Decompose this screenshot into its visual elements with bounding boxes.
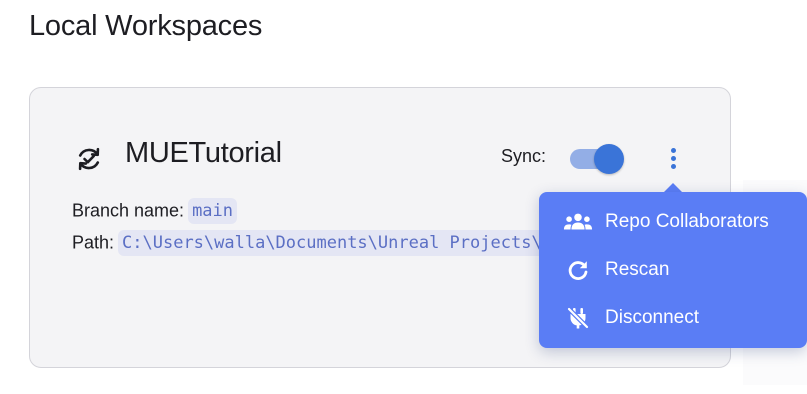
- branch-row: Branch name: main: [72, 198, 238, 224]
- kebab-dot: [671, 156, 676, 161]
- menu-item-label: Disconnect: [605, 307, 699, 328]
- branch-value: main: [188, 198, 238, 224]
- kebab-dot: [671, 164, 676, 169]
- workspace-name: MUETutorial: [125, 137, 282, 169]
- menu-item-label: Repo Collaborators: [605, 211, 769, 232]
- sync-toggle[interactable]: [568, 144, 626, 174]
- path-value: C:\Users\walla\Documents\Unreal Projects…: [118, 230, 542, 256]
- more-options-button[interactable]: [664, 146, 684, 172]
- path-row: Path: C:\Users\walla\Documents\Unreal Pro…: [72, 230, 542, 256]
- path-label: Path:: [72, 232, 115, 253]
- menu-item-rescan[interactable]: Rescan: [539, 246, 807, 294]
- toggle-knob: [594, 144, 624, 174]
- sync-label: Sync:: [501, 146, 547, 166]
- plug-off-icon: [563, 306, 593, 330]
- sync-check-icon: [78, 147, 100, 171]
- page: Local Workspaces MUETutorial Sync: Branc…: [0, 0, 807, 394]
- workspace-options-menu: Repo Collaborators Rescan Disconnect: [539, 192, 807, 348]
- menu-item-repo-collaborators[interactable]: Repo Collaborators: [539, 198, 807, 246]
- page-title: Local Workspaces: [29, 10, 263, 42]
- users-icon: [563, 210, 593, 234]
- menu-item-label: Rescan: [605, 259, 670, 280]
- refresh-icon: [563, 258, 593, 282]
- branch-label: Branch name:: [72, 200, 185, 221]
- kebab-dot: [671, 148, 676, 153]
- menu-item-disconnect[interactable]: Disconnect: [539, 294, 807, 342]
